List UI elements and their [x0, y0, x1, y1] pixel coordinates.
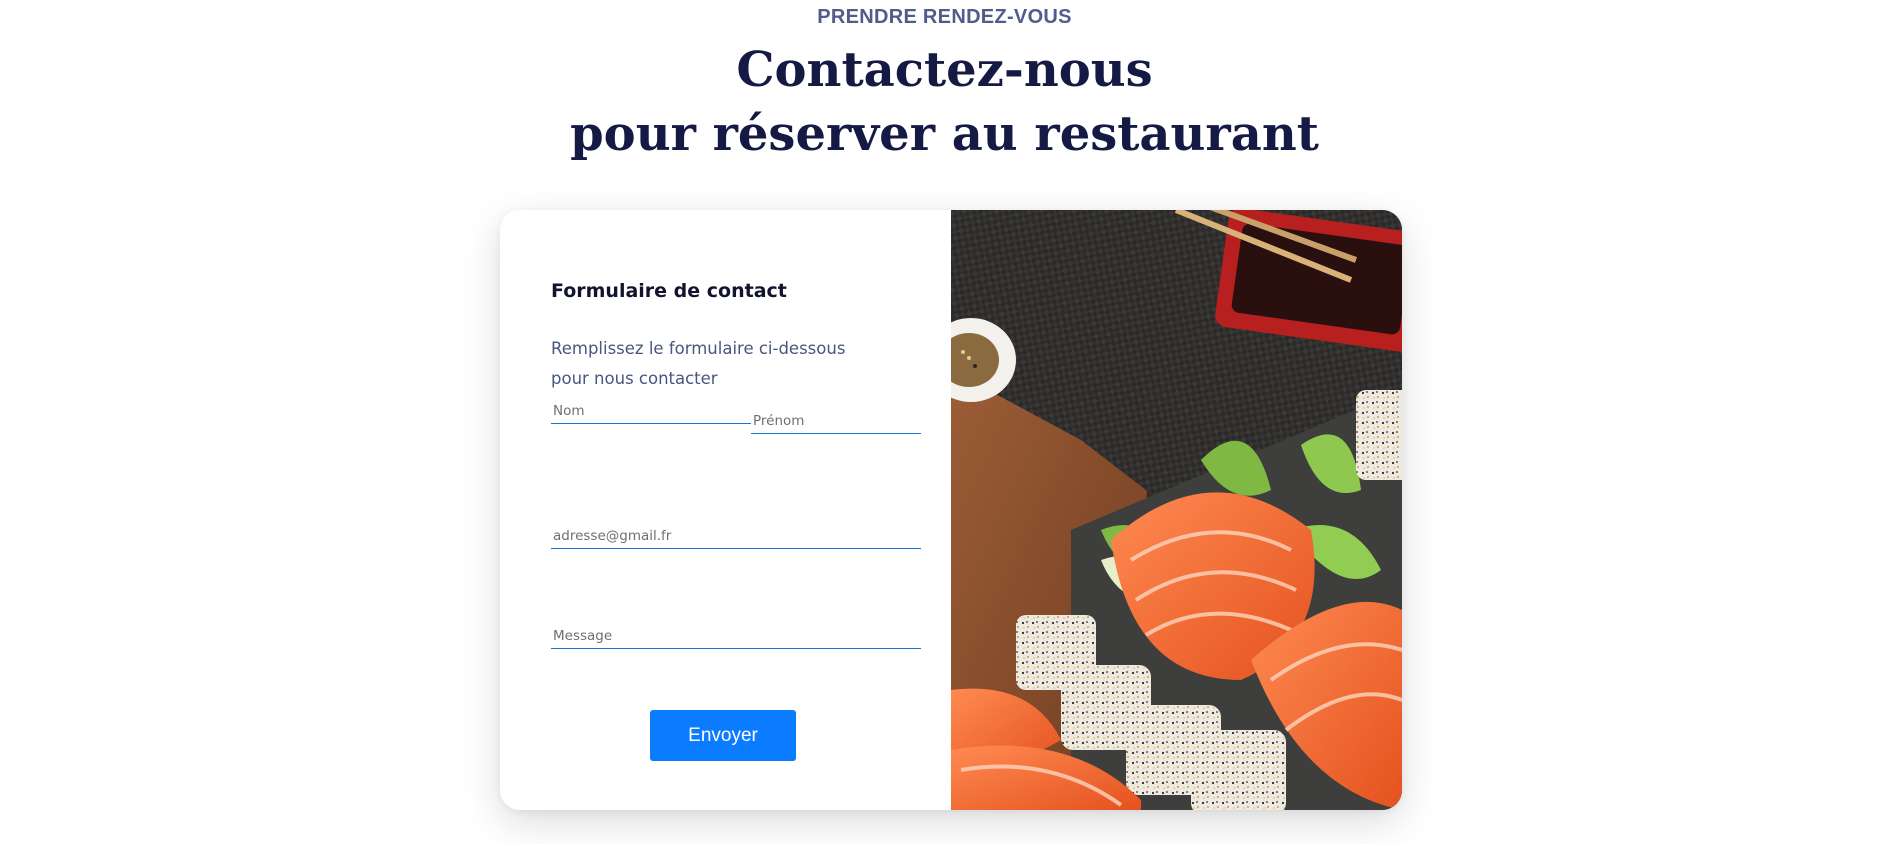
form-description: Remplissez le formulaire ci-dessous pour… [551, 334, 891, 394]
contact-form: Formulaire de contact Remplissez le form… [500, 210, 951, 810]
page-title: Contactez-nous pour réserver au restaura… [0, 38, 1889, 166]
eyebrow-label: PRENDRE RENDEZ-VOUS [817, 6, 1072, 28]
contact-card: Formulaire de contact Remplissez le form… [500, 210, 1402, 810]
page-title-line-2: pour réserver au restaurant [570, 106, 1319, 162]
nom-input[interactable] [551, 398, 751, 424]
page-title-line-1: Contactez-nous [736, 42, 1153, 98]
sushi-photo [951, 210, 1402, 810]
send-button[interactable]: Envoyer [650, 710, 796, 761]
form-description-line-1: Remplissez le formulaire ci-dessous [551, 339, 846, 358]
form-title: Formulaire de contact [551, 280, 787, 302]
email-input[interactable] [551, 523, 921, 549]
prenom-input[interactable] [751, 408, 921, 434]
message-input[interactable] [551, 623, 921, 649]
form-description-line-2: pour nous contacter [551, 369, 718, 388]
